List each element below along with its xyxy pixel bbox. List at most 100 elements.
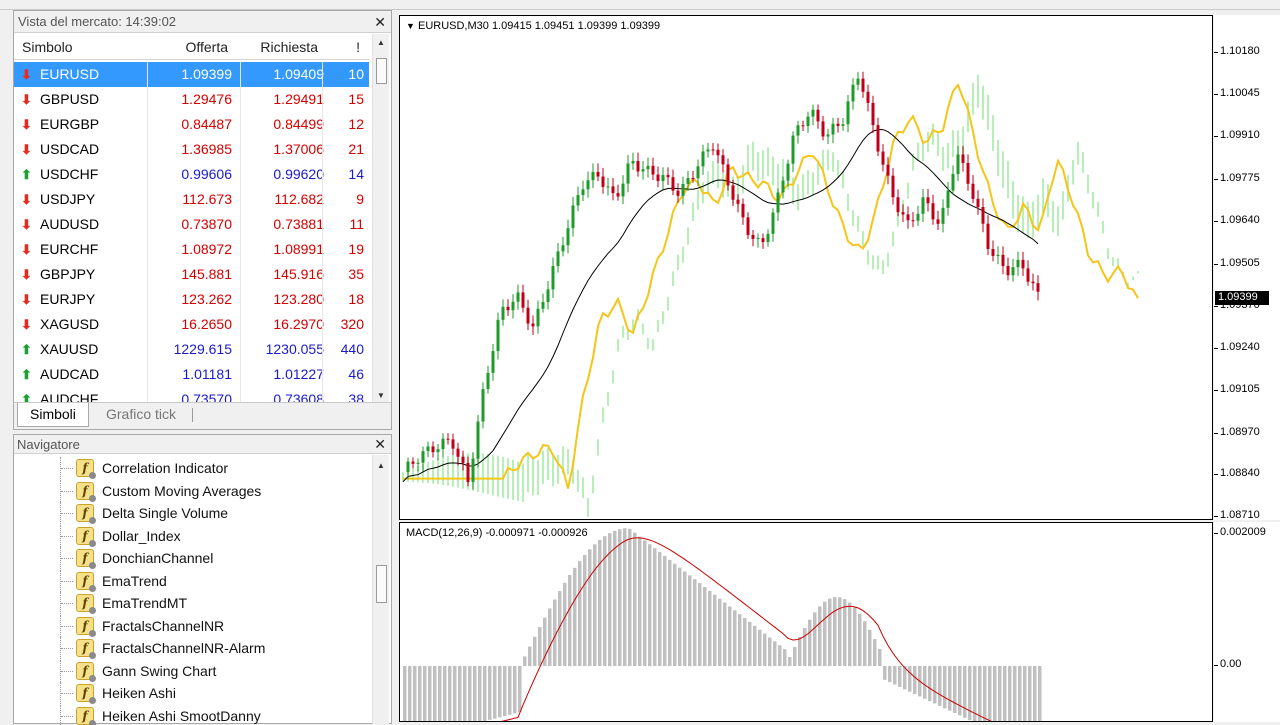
candle-body	[1012, 267, 1015, 275]
column-symbol[interactable]: Simbolo	[22, 39, 73, 55]
macd-histogram-bar	[1023, 666, 1027, 721]
market-watch-row[interactable]: ⬇USDCAD1.369851.3700621	[14, 137, 369, 162]
ask-price: 0.84499	[240, 116, 324, 132]
bid-price: 1229.615	[148, 341, 232, 357]
navigator-indicator-item[interactable]: fDonchianChannel	[14, 547, 374, 569]
market-watch-scrollbar[interactable]: ▲ ▼	[372, 34, 389, 402]
indicator-f-icon: f	[76, 639, 94, 657]
macd-histogram-bar	[813, 612, 817, 666]
price-scale[interactable]: 1.101801.100451.099101.097751.096401.095…	[1214, 15, 1280, 520]
candle-body	[807, 117, 810, 127]
candle-body	[412, 462, 415, 464]
market-watch-row[interactable]: ⬆XAUUSD1229.6151230.055440	[14, 337, 369, 362]
divider	[322, 362, 323, 387]
macd-chart[interactable]: MACD(12,26,9) -0.000971 -0.000926	[399, 522, 1213, 722]
indicator-f-icon: f	[76, 617, 94, 635]
market-watch-row[interactable]: ⬆AUDCAD1.011811.0122746	[14, 362, 369, 387]
navigator-indicator-item[interactable]: fDollar_Index	[14, 525, 374, 547]
spread-value: 21	[330, 141, 364, 157]
macd-chart-canvas	[400, 523, 1212, 721]
arrow-down-icon: ⬇	[21, 242, 32, 258]
market-watch-row[interactable]: ⬇USDJPY112.673112.6829	[14, 187, 369, 212]
tab-grafico-tick[interactable]: Grafico tick	[94, 403, 188, 427]
scroll-thumb[interactable]	[376, 58, 387, 84]
market-watch-row[interactable]: ⬇EURGBP0.844870.8449912	[14, 112, 369, 137]
tab-simboli[interactable]: Simboli	[17, 403, 89, 427]
tree-line	[60, 615, 74, 637]
macd-histogram-bar	[593, 544, 597, 666]
macd-histogram-bar	[673, 564, 677, 666]
macd-histogram-bar	[758, 630, 762, 666]
navigator-title: Navigatore ✕	[14, 435, 391, 454]
indicator-f-icon: f	[76, 459, 94, 477]
macd-histogram-bar	[1018, 666, 1022, 721]
navigator-indicator-item[interactable]: fHeiken Ashi SmootDanny	[14, 705, 374, 725]
navigator-scrollbar[interactable]: ▲	[372, 455, 389, 725]
tree-line	[60, 660, 74, 682]
market-watch-row[interactable]: ⬇AUDUSD0.738700.7388111	[14, 212, 369, 237]
indicator-name: Correlation Indicator	[102, 460, 228, 476]
price-chart[interactable]: ▼ EURUSD,M30 1.09415 1.09451 1.09399 1.0…	[399, 15, 1213, 520]
spread-value: 15	[330, 91, 364, 107]
bid-price: 1.01181	[148, 366, 232, 382]
indicator-f-icon: f	[76, 527, 94, 545]
scroll-thumb[interactable]	[376, 565, 387, 603]
navigator-indicator-item[interactable]: fEmaTrend	[14, 570, 374, 592]
macd-histogram-bar	[453, 666, 457, 721]
market-watch-row[interactable]: ⬇EURCHF1.089721.0899119	[14, 237, 369, 262]
macd-scale[interactable]: 0.0020090.00	[1214, 522, 1280, 722]
arrow-down-icon: ⬇	[21, 292, 32, 308]
indicator-f-icon: f	[76, 684, 94, 702]
navigator-indicator-item[interactable]: fCustom Moving Averages	[14, 480, 374, 502]
market-watch-row[interactable]: ⬇EURJPY123.262123.28018	[14, 287, 369, 312]
candle-body	[977, 199, 980, 207]
bid-price: 1.29476	[148, 91, 232, 107]
market-watch-row[interactable]: ⬇XAGUSD16.265016.2970320	[14, 312, 369, 337]
macd-histogram-bar	[553, 600, 557, 666]
indicator-name: Heiken Ashi	[102, 685, 176, 701]
candle-body	[647, 166, 650, 169]
ask-price: 112.682	[240, 191, 324, 207]
column-bid[interactable]: Offerta	[154, 39, 228, 55]
macd-histogram-bar	[753, 626, 757, 666]
macd-histogram-bar	[963, 666, 967, 718]
candle-body	[537, 309, 540, 327]
macd-histogram-bar	[998, 666, 1002, 721]
close-icon[interactable]: ✕	[374, 14, 386, 31]
navigator-indicator-item[interactable]: f Correlation Indicator	[14, 457, 374, 479]
macd-histogram-bar	[913, 666, 917, 694]
navigator-indicator-item[interactable]: fFractalsChannelNR	[14, 615, 374, 637]
market-watch-row[interactable]: ⬇GBPJPY145.881145.91635	[14, 262, 369, 287]
macd-histogram-bar	[483, 666, 487, 721]
navigator-indicator-item[interactable]: f Heiken Ashi	[14, 682, 374, 704]
candle-body	[492, 351, 495, 373]
market-watch-row[interactable]: ⬆AUDCHF0.735700.7360838	[14, 387, 369, 402]
macd-histogram-bar	[478, 666, 482, 721]
chart-window: ▼ EURUSD,M30 1.09415 1.09451 1.09399 1.0…	[397, 10, 1280, 720]
macd-histogram-bar	[793, 647, 797, 666]
indicator-f-icon: f	[76, 707, 94, 725]
navigator-indicator-item[interactable]: fFractalsChannelNR-Alarm	[14, 637, 374, 659]
navigator-indicator-item[interactable]: fGann Swing Chart	[14, 660, 374, 682]
column-spread[interactable]: !	[332, 39, 360, 55]
candle-body	[467, 463, 470, 482]
tree-line	[60, 570, 74, 592]
scroll-up-icon[interactable]: ▲	[377, 461, 385, 470]
candle-body	[782, 181, 785, 193]
navigator-indicator-item[interactable]: fEmaTrendMT	[14, 592, 374, 614]
scroll-up-icon[interactable]: ▲	[377, 38, 385, 47]
scroll-down-icon[interactable]: ▼	[377, 391, 385, 400]
market-watch-row[interactable]: ⬇EURUSD1.093991.0940910	[14, 62, 369, 87]
navigator-indicator-item[interactable]: fDelta Single Volume	[14, 502, 374, 524]
market-watch-row[interactable]: ⬆USDCHF0.996060.9962014	[14, 162, 369, 187]
close-icon[interactable]: ✕	[374, 436, 386, 453]
candle-body	[417, 463, 420, 464]
column-ask[interactable]: Richiesta	[240, 39, 318, 55]
chart-dropdown-icon[interactable]: ▼	[406, 21, 415, 31]
macd-histogram-bar	[778, 645, 782, 666]
indicator-f-icon: f	[76, 504, 94, 522]
market-watch-row[interactable]: ⬇GBPUSD1.294761.2949115	[14, 87, 369, 112]
macd-histogram-bar	[513, 666, 517, 713]
candle-body	[637, 161, 640, 172]
candle-body	[607, 186, 610, 187]
